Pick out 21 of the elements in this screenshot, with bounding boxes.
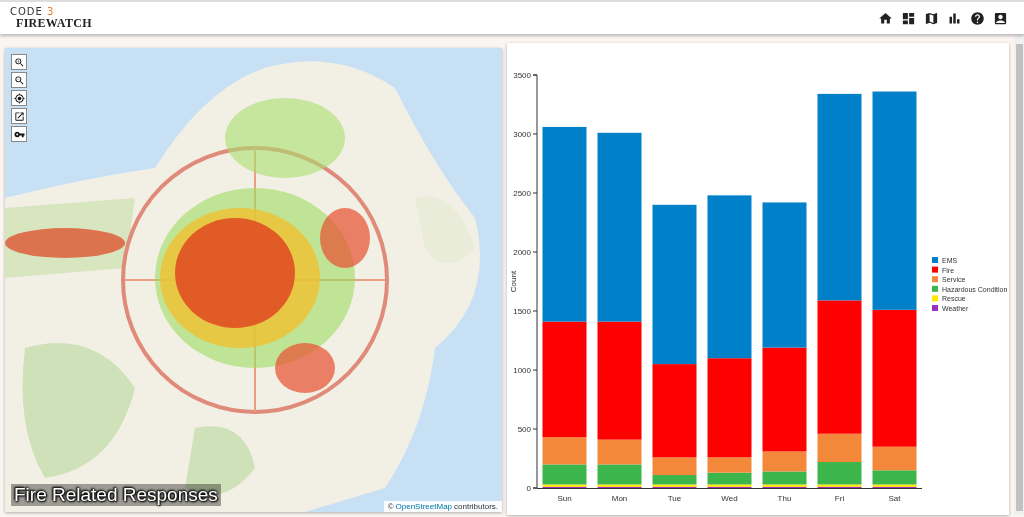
tick-label: 1500: [513, 307, 532, 316]
axis-title: Count: [509, 270, 519, 293]
tick-label: 2000: [513, 248, 532, 257]
map-title: Fire Related Responses: [11, 484, 221, 506]
logo[interactable]: CODE 3 FIREWATCH: [10, 7, 92, 29]
attribution-link[interactable]: OpenStreetMap: [395, 502, 453, 511]
tick-label: 0: [526, 484, 532, 493]
attribution-text: contributors.: [454, 502, 499, 511]
tick-label: Sat: [888, 494, 901, 503]
tick-label: Mon: [611, 494, 628, 503]
tick-label: 500: [517, 425, 532, 434]
tick-label: Fri: [834, 494, 845, 503]
tick-label: 1000: [513, 366, 532, 375]
tick-label: Wed: [721, 494, 738, 503]
tick-label: 3000: [513, 130, 532, 139]
tick-label: Sun: [557, 494, 572, 503]
tick-label: 3500: [513, 71, 532, 80]
tick-label: 2500: [513, 189, 532, 198]
tick-label: Tue: [667, 494, 682, 503]
tick-label: Thu: [777, 494, 792, 503]
copyright-symbol: ©: [387, 502, 394, 511]
